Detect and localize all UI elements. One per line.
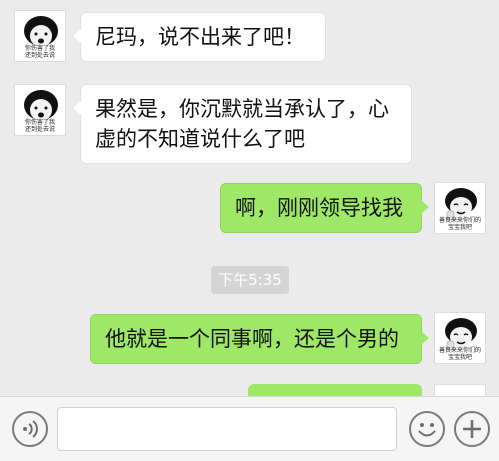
timestamp: 下午5:35 xyxy=(211,266,289,294)
sent-message[interactable]: 啊，刚刚领导找我 xyxy=(220,183,429,233)
self-avatar[interactable]: 善良来来你们的 宝宝我吧 xyxy=(434,182,486,234)
avatar-caption: 善良来来你们的 宝宝我吧 xyxy=(438,347,481,361)
received-message[interactable]: 果然是，你沉默就当承认了，心 虚的不知道说什么了吧 xyxy=(73,84,412,164)
contact-avatar[interactable]: 你伤害了我 还到处去说 xyxy=(14,84,66,136)
plus-icon xyxy=(463,420,481,438)
emoji-button[interactable] xyxy=(409,411,445,447)
avatar-caption: 善良来来你们的 宝宝我吧 xyxy=(438,217,481,231)
avatar-caption: 你伤害了我 还到处去说 xyxy=(24,45,55,59)
voice-icon xyxy=(23,420,38,438)
more-button[interactable] xyxy=(454,411,490,447)
input-bar xyxy=(0,396,499,461)
voice-button[interactable] xyxy=(12,411,48,447)
emoji-icon xyxy=(418,423,436,437)
self-avatar[interactable]: 善良来来你们的 宝宝我吧 xyxy=(434,312,486,364)
message-input[interactable] xyxy=(57,407,397,451)
received-message[interactable]: 尼玛，说不出来了吧！ xyxy=(73,12,326,62)
contact-avatar[interactable]: 你伤害了我 还到处去说 xyxy=(14,10,66,62)
avatar-caption: 你伤害了我 还到处去说 xyxy=(24,119,55,133)
sent-message[interactable]: 他就是一个同事啊，还是个男的 xyxy=(90,314,429,364)
